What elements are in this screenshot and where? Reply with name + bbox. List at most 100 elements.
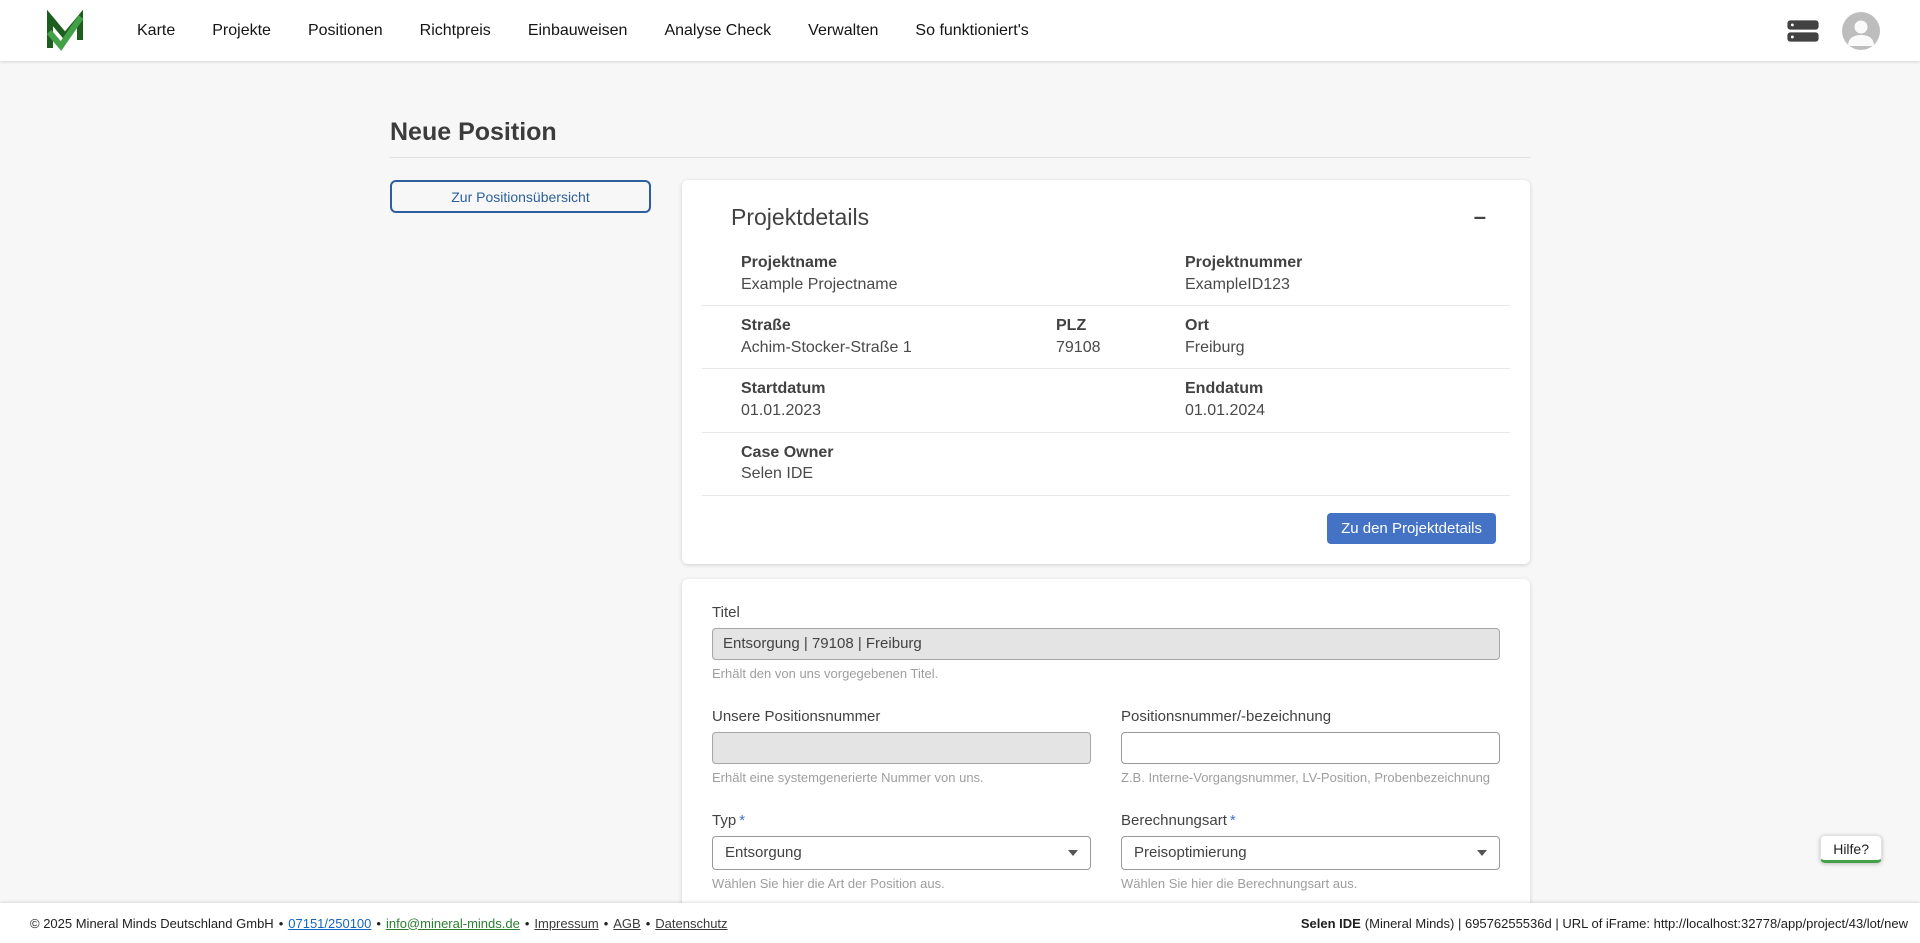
field-case-owner: Case Owner Selen IDE xyxy=(741,442,1510,485)
avatar[interactable] xyxy=(1842,12,1880,50)
typ-label: Typ* xyxy=(712,812,1091,829)
required-asterisk: * xyxy=(739,812,745,829)
nav-item-verwalten[interactable]: Verwalten xyxy=(808,22,878,40)
email-link[interactable]: info@mineral-minds.de xyxy=(386,916,520,931)
field-projektnummer: Projektnummer ExampleID123 xyxy=(1185,252,1510,295)
project-details-rows: Projektname Example Projectname Projektn… xyxy=(702,243,1510,496)
server-icon-glyph xyxy=(1786,18,1820,44)
separator: • xyxy=(525,916,530,931)
project-details-button[interactable]: Zu den Projektdetails xyxy=(1327,513,1496,544)
field-value: 79108 xyxy=(1056,337,1185,359)
nav-item-einbauweisen[interactable]: Einbauweisen xyxy=(528,22,628,40)
nav-right xyxy=(1786,12,1880,50)
field-startdatum: Startdatum 01.01.2023 xyxy=(741,378,1185,421)
back-to-positions-button[interactable]: Zur Positionsübersicht xyxy=(390,180,651,213)
right-column: Projektdetails – Projektname Example Pro… xyxy=(682,180,1530,943)
nav-item-positionen[interactable]: Positionen xyxy=(308,22,383,40)
project-details-card: Projektdetails – Projektname Example Pro… xyxy=(682,180,1530,564)
mineral-minds-logo[interactable] xyxy=(45,10,85,52)
unsere-positionsnummer-helper: Erhält eine systemgenerierte Nummer von … xyxy=(712,770,1091,785)
field-label: Projektname xyxy=(741,252,1185,274)
collapse-icon[interactable]: – xyxy=(1470,204,1490,230)
form-col-left: Typ* Entsorgung Wählen Sie hier die Art … xyxy=(712,812,1091,891)
field-label: Startdatum xyxy=(741,378,1185,400)
field-label: PLZ xyxy=(1056,315,1185,337)
detail-row-2: Straße Achim-Stocker-Straße 1 PLZ 79108 … xyxy=(702,306,1510,369)
titel-label: Titel xyxy=(712,604,1500,621)
agb-link[interactable]: AGB xyxy=(613,916,640,931)
detail-row-1: Projektname Example Projectname Projektn… xyxy=(702,243,1510,306)
typ-select-value: Entsorgung xyxy=(725,844,802,861)
server-icon[interactable] xyxy=(1786,18,1820,44)
nav-item-so-funktionierts[interactable]: So funktioniert's xyxy=(915,22,1028,40)
detail-row-3: Startdatum 01.01.2023 Enddatum 01.01.202… xyxy=(702,369,1510,432)
field-value: 01.01.2023 xyxy=(741,400,1185,422)
berechnungsart-select[interactable]: Preisoptimierung xyxy=(1121,836,1500,870)
separator: • xyxy=(376,916,381,931)
titel-helper: Erhält den von uns vorgegebenen Titel. xyxy=(712,666,1500,681)
field-label: Enddatum xyxy=(1185,378,1510,400)
required-asterisk: * xyxy=(1230,812,1236,829)
footer: © 2025 Mineral Minds Deutschland GmbH • … xyxy=(0,903,1920,943)
field-ort: Ort Freiburg xyxy=(1185,315,1510,358)
positionsnummer-helper: Z.B. Interne-Vorgangsnummer, LV-Position… xyxy=(1121,770,1500,785)
impressum-link[interactable]: Impressum xyxy=(534,916,598,931)
field-label: Projektnummer xyxy=(1185,252,1510,274)
field-strasse: Straße Achim-Stocker-Straße 1 xyxy=(741,315,1056,358)
main-nav: Karte Projekte Positionen Richtpreis Ein… xyxy=(137,22,1029,40)
datenschutz-link[interactable]: Datenschutz xyxy=(655,916,727,931)
form-col-left: Unsere Positionsnummer Erhält eine syste… xyxy=(712,708,1091,785)
form-col-right: Positionsnummer/-bezeichnung Z.B. Intern… xyxy=(1121,708,1500,785)
separator: • xyxy=(646,916,651,931)
field-value: Freiburg xyxy=(1185,337,1510,359)
berechnungsart-label-text: Berechnungsart xyxy=(1121,812,1227,829)
nav-item-analyse-check[interactable]: Analyse Check xyxy=(664,22,771,40)
typ-label-text: Typ xyxy=(712,812,736,829)
person-icon xyxy=(1842,12,1880,50)
field-enddatum: Enddatum 01.01.2024 xyxy=(1185,378,1510,421)
berechnungsart-helper: Wählen Sie hier die Berechnungsart aus. xyxy=(1121,876,1500,891)
chevron-down-icon xyxy=(1477,850,1487,856)
field-projektname: Projektname Example Projectname xyxy=(741,252,1185,295)
logo-icon xyxy=(45,10,85,52)
footer-user-info: (Mineral Minds) | 69576255536d | URL of … xyxy=(1365,916,1908,931)
field-value: Example Projectname xyxy=(741,274,1185,296)
titel-input xyxy=(712,628,1500,660)
field-label: Ort xyxy=(1185,315,1510,337)
separator: • xyxy=(279,916,284,931)
help-button[interactable]: Hilfe? xyxy=(1820,835,1882,863)
page-title: Neue Position xyxy=(390,118,1530,158)
nav-item-karte[interactable]: Karte xyxy=(137,22,175,40)
position-form-card: Titel Erhält den von uns vorgegebenen Ti… xyxy=(682,579,1530,943)
positionsnummer-label: Positionsnummer/-bezeichnung xyxy=(1121,708,1500,725)
nav-item-projekte[interactable]: Projekte xyxy=(212,22,271,40)
positionsnummer-input[interactable] xyxy=(1121,732,1500,764)
left-column: Zur Positionsübersicht xyxy=(390,180,651,213)
field-value: ExampleID123 xyxy=(1185,274,1510,296)
field-value: Selen IDE xyxy=(741,463,1510,485)
separator: • xyxy=(604,916,609,931)
berechnungsart-label: Berechnungsart* xyxy=(1121,812,1500,829)
nav-item-richtpreis[interactable]: Richtpreis xyxy=(420,22,491,40)
main-content: Neue Position Zur Positionsübersicht Pro… xyxy=(0,61,1920,943)
footer-right: Selen IDE (Mineral Minds) | 69576255536d… xyxy=(1301,916,1908,931)
unsere-positionsnummer-label: Unsere Positionsnummer xyxy=(712,708,1091,725)
typ-helper: Wählen Sie hier die Art der Position aus… xyxy=(712,876,1091,891)
field-label: Straße xyxy=(741,315,1056,337)
top-nav: Karte Projekte Positionen Richtpreis Ein… xyxy=(0,0,1920,61)
form-col-right: Berechnungsart* Preisoptimierung Wählen … xyxy=(1121,812,1500,891)
chevron-down-icon xyxy=(1068,850,1078,856)
detail-row-4: Case Owner Selen IDE xyxy=(702,433,1510,496)
unsere-positionsnummer-input xyxy=(712,732,1091,764)
copyright-text: © 2025 Mineral Minds Deutschland GmbH xyxy=(30,916,274,931)
field-plz: PLZ 79108 xyxy=(1056,315,1185,358)
footer-left: © 2025 Mineral Minds Deutschland GmbH • … xyxy=(30,916,728,931)
field-value: Achim-Stocker-Straße 1 xyxy=(741,337,1056,359)
typ-select[interactable]: Entsorgung xyxy=(712,836,1091,870)
phone-link[interactable]: 07151/250100 xyxy=(288,916,371,931)
project-card-title: Projektdetails xyxy=(731,204,869,231)
berechnungsart-select-value: Preisoptimierung xyxy=(1134,844,1247,861)
field-label: Case Owner xyxy=(741,442,1510,464)
footer-user: Selen IDE xyxy=(1301,916,1361,931)
field-value: 01.01.2024 xyxy=(1185,400,1510,422)
